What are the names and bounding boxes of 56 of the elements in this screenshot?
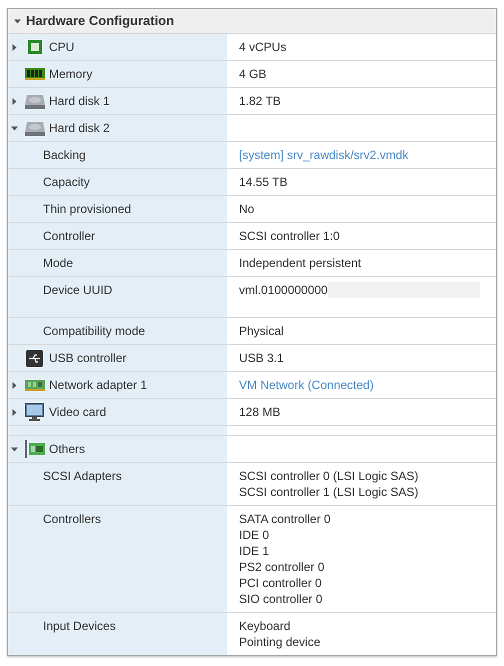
value-text: 1.82 TB (239, 93, 281, 109)
property-label: Memory (49, 66, 92, 82)
caret-right-icon[interactable] (11, 382, 18, 388)
property-label: Capacity (43, 174, 90, 190)
caret-down-icon[interactable] (14, 18, 21, 24)
value-text: No (239, 201, 254, 217)
caret-down-icon[interactable] (11, 124, 18, 132)
value-text: IDE 1 (239, 543, 270, 559)
memory-module-icon (24, 68, 44, 80)
value-text: SIO controller 0 (239, 591, 322, 607)
property-label: USB controller (49, 350, 126, 366)
chip-icon (26, 39, 42, 55)
value-text: 14.55 TB (239, 174, 288, 190)
value-text: Pointing device (239, 634, 320, 650)
expansion-card-icon (24, 440, 44, 458)
property-label: Controller (43, 228, 96, 244)
property-label: Hard disk 2 (49, 120, 110, 136)
property-label: Video card (49, 404, 106, 420)
value-link[interactable]: VM Network (Connected) (239, 377, 374, 393)
caret-right-icon[interactable] (11, 98, 18, 104)
value-text: 4 GB (239, 66, 266, 82)
value-text: SCSI controller 0 (LSI Logic SAS) (239, 468, 418, 484)
value-text: SATA controller 0 (239, 511, 331, 527)
value-link[interactable]: [system] srv_rawdisk/srv2.vmdk (239, 147, 408, 163)
value-text: SCSI controller 1 (LSI Logic SAS) (239, 484, 418, 500)
value-text: Independent persistent (239, 255, 362, 271)
property-label: Others (49, 441, 86, 457)
property-label: Input Devices (43, 618, 116, 634)
value-text: vml.0100000000 (239, 282, 328, 298)
panel-title: Hardware Configuration (26, 12, 174, 30)
caret-down-icon[interactable] (11, 446, 18, 452)
caret-right-icon[interactable] (11, 44, 18, 50)
property-label: Hard disk 1 (49, 93, 110, 109)
value-text: PS2 controller 0 (239, 559, 324, 575)
panel-header[interactable]: Hardware Configuration (8, 9, 496, 33)
property-label: Network adapter 1 (49, 377, 148, 393)
value-text: Keyboard (239, 618, 290, 634)
caret-right-icon[interactable] (11, 408, 18, 416)
value-text: USB 3.1 (239, 350, 284, 366)
monitor-icon (25, 403, 44, 421)
property-label: Device UUID (43, 282, 112, 298)
network-card-icon (24, 380, 44, 390)
property-label: Mode (43, 255, 74, 271)
property-label: Backing (43, 147, 86, 163)
value-text: PCI controller 0 (239, 575, 322, 591)
value-text: SCSI controller 1:0 (239, 228, 340, 244)
value-text: 128 MB (239, 404, 280, 420)
property-label: Controllers (43, 511, 102, 527)
value-text: 4 vCPUs (239, 39, 286, 55)
property-label: SCSI Adapters (43, 468, 122, 484)
property-label: CPU (49, 39, 74, 55)
property-label: Compatibility mode (43, 323, 146, 339)
property-label: Thin provisioned (43, 201, 132, 217)
value-text: IDE 0 (239, 527, 270, 543)
value-text: Physical (239, 323, 284, 339)
usb-icon (26, 350, 43, 366)
